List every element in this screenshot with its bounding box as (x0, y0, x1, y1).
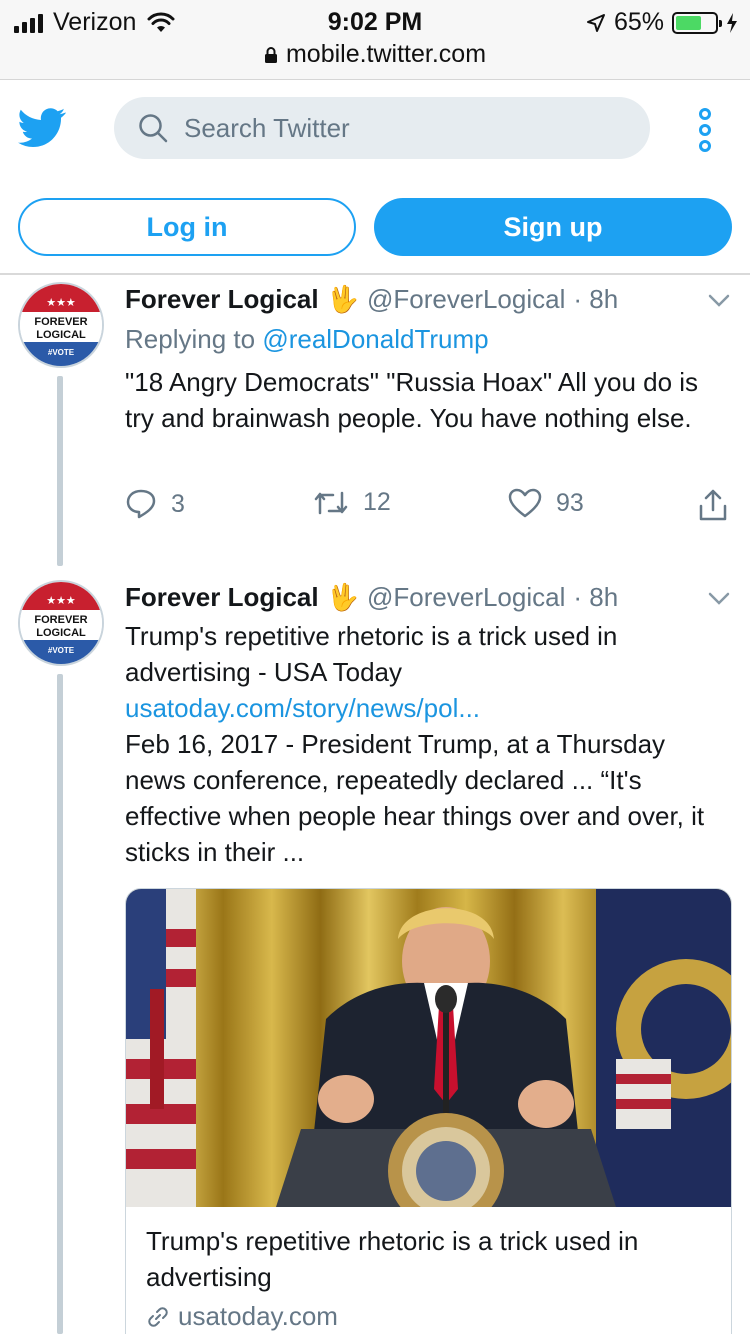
tweet-time[interactable]: · 8h (573, 582, 618, 613)
card-domain: usatoday.com (146, 1301, 338, 1332)
tweet-header: Forever Logical 🖖 @ForeverLogical · 8h (125, 284, 618, 315)
replying-to-label: Replying to (125, 324, 256, 354)
share-icon (699, 489, 727, 521)
tweet-actions: 3 12 93 (125, 488, 735, 528)
press-conference-photo (126, 889, 731, 1207)
chevron-down-icon[interactable] (708, 592, 730, 606)
twitter-bird-logo[interactable] (18, 108, 66, 148)
signup-button[interactable]: Sign up (374, 198, 732, 256)
link-icon (148, 1306, 168, 1327)
thread-line (57, 376, 63, 566)
svg-text:FOREVER: FOREVER (34, 614, 87, 626)
share-button[interactable] (697, 488, 729, 522)
avatar[interactable]: ★★★ FOREVER LOGICAL #VOTE (18, 282, 104, 368)
lock-icon (264, 46, 277, 63)
display-name[interactable]: Forever Logical (125, 284, 319, 315)
twitter-header: Log in Sign up (0, 80, 750, 275)
svg-text:★★★: ★★★ (46, 594, 76, 607)
tweet-time[interactable]: · 8h (573, 284, 618, 315)
replying-to: Replying to @realDonaldTrump (125, 324, 489, 355)
link-card[interactable]: Trump's repetitive rhetoric is a trick u… (125, 888, 732, 1334)
reply-count: 3 (171, 489, 185, 518)
tweet[interactable]: ★★★ FOREVER LOGICAL #VOTE Forever Logica… (0, 574, 750, 1334)
thread-line (57, 674, 63, 1334)
battery-icon (672, 11, 722, 34)
like-button[interactable]: 93 (508, 488, 584, 518)
vulcan-salute-emoji: 🖖 (326, 582, 359, 613)
charging-bolt-icon (727, 12, 737, 33)
search-bar[interactable] (114, 97, 650, 159)
retweet-button[interactable]: 12 (313, 488, 391, 517)
address-bar[interactable]: mobile.twitter.com (0, 40, 750, 69)
svg-text:LOGICAL: LOGICAL (36, 627, 86, 639)
card-domain-text: usatoday.com (178, 1301, 338, 1331)
user-handle[interactable]: @ForeverLogical (367, 284, 565, 315)
chevron-down-icon[interactable] (708, 294, 730, 308)
forever-logical-badge-logo: ★★★ FOREVER LOGICAL #VOTE (20, 582, 102, 664)
tweet-text-title: Trump's repetitive rhetoric is a trick u… (125, 621, 618, 687)
url-text: mobile.twitter.com (285, 40, 487, 68)
forever-logical-badge-logo: ★★★ FOREVER LOGICAL #VOTE (20, 284, 102, 366)
retweet-count: 12 (363, 488, 391, 516)
svg-text:#VOTE: #VOTE (48, 646, 75, 655)
status-right: 65% (586, 8, 738, 37)
svg-text:★★★: ★★★ (46, 296, 76, 309)
svg-text:LOGICAL: LOGICAL (36, 329, 86, 341)
reply-icon (126, 489, 156, 519)
tweet-text: Trump's repetitive rhetoric is a trick u… (125, 618, 715, 870)
display-name[interactable]: Forever Logical (125, 582, 319, 613)
tweet[interactable]: ★★★ FOREVER LOGICAL #VOTE Forever Logica… (0, 276, 750, 566)
search-input[interactable] (184, 112, 604, 144)
like-count: 93 (556, 488, 584, 517)
heart-icon (508, 488, 542, 518)
reply-button[interactable]: 3 (125, 488, 185, 520)
user-handle[interactable]: @ForeverLogical (367, 582, 565, 613)
card-title: Trump's repetitive rhetoric is a trick u… (146, 1226, 639, 1292)
retweet-icon (314, 491, 348, 514)
more-options-icon[interactable] (690, 108, 720, 152)
tweet-link[interactable]: usatoday.com/story/news/pol... (125, 690, 715, 726)
svg-text:FOREVER: FOREVER (34, 316, 87, 328)
login-button[interactable]: Log in (18, 198, 356, 256)
avatar[interactable]: ★★★ FOREVER LOGICAL #VOTE (18, 580, 104, 666)
tweet-text-body: Feb 16, 2017 - President Trump, at a Thu… (125, 729, 705, 867)
svg-text:#VOTE: #VOTE (48, 348, 75, 357)
search-icon (139, 114, 168, 143)
location-arrow-icon (586, 13, 605, 32)
tweet-text: "18 Angry Democrats" "Russia Hoax" All y… (125, 367, 699, 433)
tweet-header: Forever Logical 🖖 @ForeverLogical · 8h (125, 582, 618, 613)
status-bar: Verizon 9:02 PM 65% mobile.twitter.com (0, 0, 750, 80)
vulcan-salute-emoji: 🖖 (326, 284, 359, 315)
battery-percent: 65% (613, 8, 664, 36)
mention-link[interactable]: @realDonaldTrump (262, 324, 488, 354)
